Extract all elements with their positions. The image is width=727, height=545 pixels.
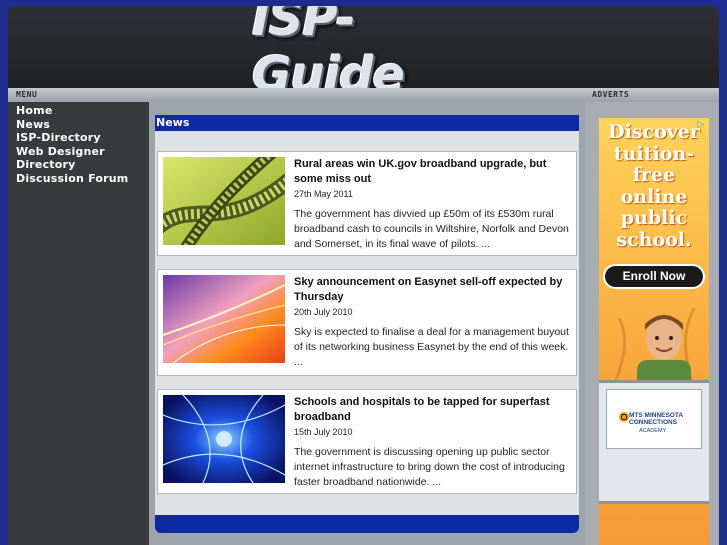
section-label-bar: MENU ADVERTS — [8, 88, 719, 102]
article-headline[interactable]: Sky announcement on Easynet sell-off exp… — [294, 275, 572, 305]
adverts-label: ADVERTS — [592, 90, 630, 99]
nav-directory[interactable]: Directory — [16, 158, 149, 172]
site-header: ISP-Guide — [8, 6, 719, 103]
nav-web-designer[interactable]: Web Designer — [16, 145, 149, 159]
news-article[interactable]: Rural areas win UK.gov broadband upgrade… — [157, 151, 577, 256]
ad-brand: MTS MINNESOTA CONNECTIONS — [629, 412, 683, 426]
advert-banner[interactable]: ▷ Discover tuition- free online public s… — [599, 118, 709, 545]
ad-headline-line: tuition- — [613, 142, 695, 165]
article-summary: The government is discussing opening up … — [294, 446, 565, 488]
ad-headline-line: public — [620, 207, 688, 229]
site-logo[interactable]: ISP-Guide — [252, 6, 482, 103]
adverts-column: ▷ Discover tuition- free online public s… — [585, 102, 719, 545]
ad-academy: ACADEMY — [639, 428, 667, 434]
article-date: 15th July 2010 — [294, 427, 353, 437]
article-summary: Sky is expected to finalise a deal for a… — [294, 326, 569, 368]
nav-isp-directory[interactable]: ISP-Directory — [16, 131, 149, 145]
ad-headline[interactable]: Discover tuition- free online public sch… — [599, 121, 709, 251]
article-thumbnail-cables[interactable] — [163, 157, 285, 245]
news-panel: News Rural areas win UK.gov broadband up… — [155, 115, 579, 533]
article-headline[interactable]: Rural areas win UK.gov broadband upgrade… — [294, 157, 572, 187]
nav-news[interactable]: News — [16, 118, 149, 132]
nav-discussion-forum[interactable]: Discussion Forum — [16, 172, 149, 186]
mts-logo-icon — [619, 412, 629, 422]
news-article[interactable]: Schools and hospitals to be tapped for s… — [157, 389, 577, 494]
ad-headline-line: online — [620, 185, 688, 208]
news-article[interactable]: Sky announcement on Easynet sell-off exp… — [157, 269, 577, 376]
article-date: 27th May 2011 — [294, 189, 353, 199]
news-list: Rural areas win UK.gov broadband upgrade… — [155, 131, 579, 515]
ad-headline-line: school. — [616, 228, 692, 251]
article-headline[interactable]: Schools and hospitals to be tapped for s… — [294, 395, 572, 425]
ad-headline-line: free — [632, 164, 676, 186]
menu-label: MENU — [16, 90, 38, 99]
nav-home[interactable]: Home — [16, 104, 149, 118]
sidebar-menu: Home News ISP-Directory Web Designer Dir… — [8, 102, 149, 545]
laptop-screen: MTS MINNESOTA CONNECTIONS ACADEMY — [606, 389, 702, 449]
article-thumbnail-network[interactable] — [163, 395, 285, 483]
article-date: 20th July 2010 — [294, 307, 353, 317]
news-heading: News — [156, 116, 190, 129]
article-summary: The government has divvied up £50m of it… — [294, 208, 569, 250]
enroll-now-button[interactable]: Enroll Now — [605, 266, 703, 287]
article-thumbnail-light-burst[interactable] — [163, 275, 285, 363]
ad-headline-line: Discover — [608, 121, 700, 143]
page-frame: ISP-Guide MENU ADVERTS Home News ISP-Dir… — [8, 6, 719, 545]
laptop-graphic: MTS MINNESOTA CONNECTIONS ACADEMY — [599, 380, 709, 504]
main-content: News Rural areas win UK.gov broadband up… — [149, 102, 585, 545]
